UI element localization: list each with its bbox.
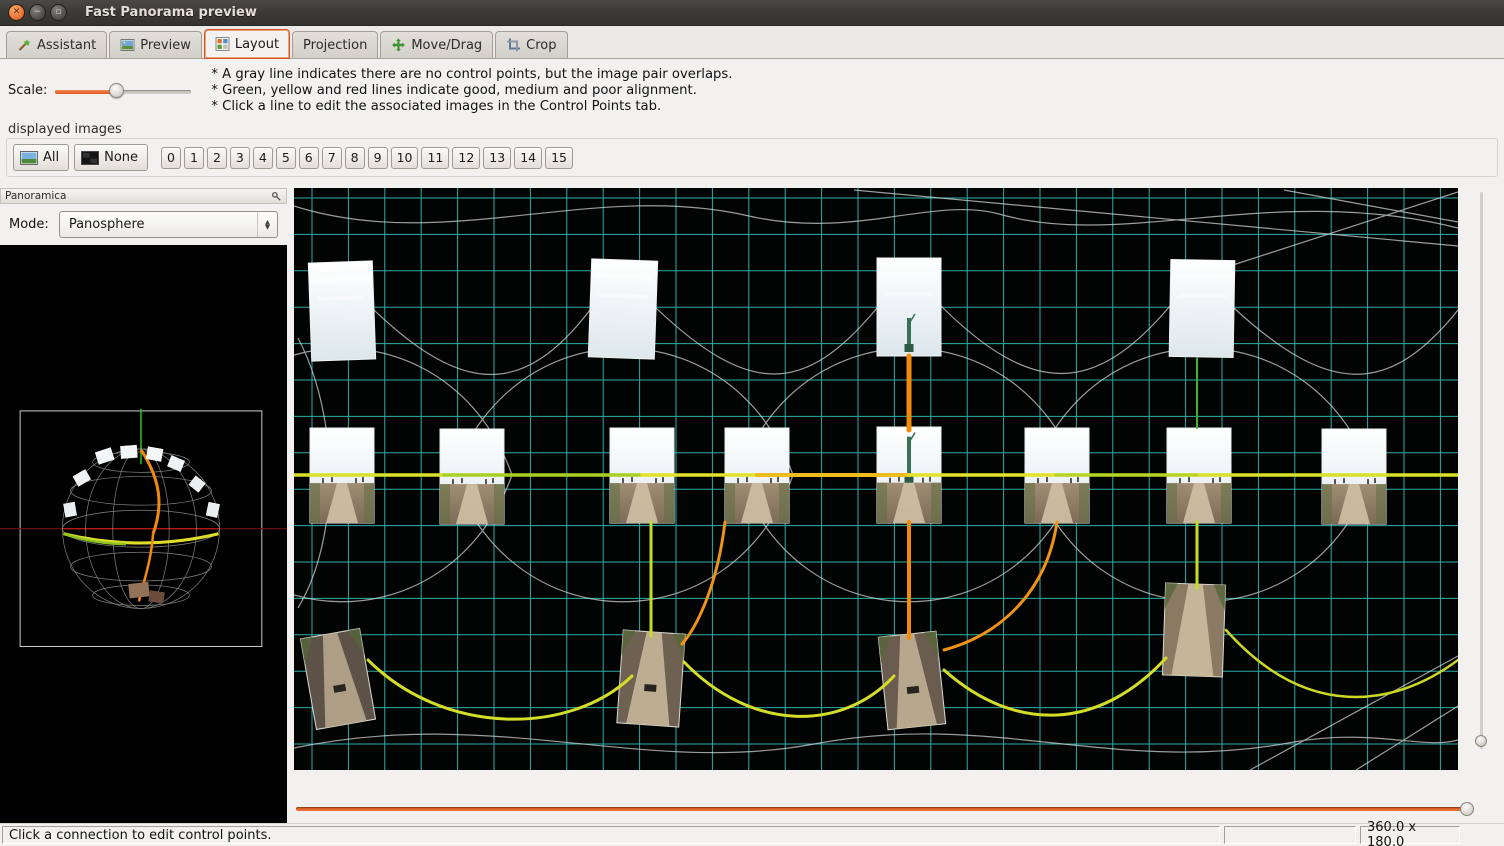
crop-icon: [506, 38, 521, 52]
image-toggle-13[interactable]: 13: [483, 147, 511, 169]
app-window: ✕ − ▫ Fast Panorama preview Assistant Pr…: [0, 0, 1504, 846]
tab-projection[interactable]: Projection: [292, 31, 378, 58]
maximize-button[interactable]: ▫: [50, 4, 67, 21]
panosphere-preview[interactable]: [0, 245, 287, 823]
scale-slider-fill: [55, 90, 113, 94]
no-images-icon: [81, 151, 99, 165]
legend-note-colors: * Green, yellow and red lines indicate g…: [211, 83, 732, 99]
move-drag-icon: [391, 38, 406, 52]
panel-splitter[interactable]: [287, 181, 294, 823]
displayed-images-label: displayed images: [8, 122, 1498, 137]
image-toggle-2[interactable]: 2: [207, 147, 227, 169]
spinner-arrows-icon[interactable]: ▲▼: [257, 212, 277, 237]
horizontal-scrollbar-knob[interactable]: [1460, 802, 1474, 816]
displayed-images-group: displayed images All None 0 1 2 3 4 5 6 …: [6, 122, 1498, 177]
legend-notes: * A gray line indicates there are no con…: [211, 67, 732, 114]
tab-crop[interactable]: Crop: [495, 31, 567, 58]
scale-section: Scale: * A gray line indicates there are…: [0, 59, 1504, 120]
show-none-label: None: [104, 150, 138, 165]
status-bar: Click a connection to edit control point…: [0, 823, 1504, 846]
image-toggle-5[interactable]: 5: [276, 147, 296, 169]
main-area: Panoramica Mode: Panosphere ▲▼: [0, 181, 1504, 823]
horizontal-scrollbar-track[interactable]: [296, 807, 1474, 811]
all-images-icon: [20, 151, 38, 165]
image-toggle-3[interactable]: 3: [230, 147, 250, 169]
image-toggle-15[interactable]: 15: [545, 147, 573, 169]
tab-assistant[interactable]: Assistant: [6, 31, 107, 58]
show-all-label: All: [43, 150, 59, 165]
tab-layout[interactable]: Layout: [204, 29, 290, 59]
image-toggle-8[interactable]: 8: [345, 147, 365, 169]
layout-icon: [215, 37, 230, 51]
mode-value: Panosphere: [60, 217, 257, 232]
layout-canvas[interactable]: [294, 188, 1458, 770]
close-button[interactable]: ✕: [8, 4, 25, 21]
mode-select[interactable]: Panosphere ▲▼: [59, 211, 278, 238]
tab-label: Layout: [235, 37, 279, 52]
image-toggle-6[interactable]: 6: [299, 147, 319, 169]
minimize-button[interactable]: −: [29, 4, 46, 21]
show-all-button[interactable]: All: [13, 144, 69, 171]
pin-icon[interactable]: [271, 191, 282, 202]
tab-label: Assistant: [37, 38, 96, 53]
image-toggle-1[interactable]: 1: [184, 147, 204, 169]
vertical-scrollbar-track[interactable]: [1480, 192, 1483, 749]
canvas-column: [294, 181, 1504, 823]
image-toggle-0[interactable]: 0: [161, 147, 181, 169]
displayed-images-box: All None 0 1 2 3 4 5 6 7 8 9 10 11 12 13…: [6, 138, 1498, 177]
mode-row: Mode: Panosphere ▲▼: [0, 204, 287, 245]
horizontal-scrollbar[interactable]: [294, 797, 1504, 823]
panoramica-title: Panoramica: [5, 190, 66, 202]
status-spacer-cell: [1224, 826, 1356, 844]
tab-bar: Assistant Preview Layout Projection Move…: [0, 26, 1504, 59]
preview-icon: [120, 38, 135, 52]
status-message: Click a connection to edit control point…: [2, 826, 1220, 844]
panosphere-canvas[interactable]: [0, 245, 287, 823]
image-toggle-12[interactable]: 12: [452, 147, 480, 169]
tab-label: Move/Drag: [411, 38, 482, 53]
legend-note-click: * Click a line to edit the associated im…: [211, 99, 732, 115]
tab-label: Crop: [526, 38, 556, 53]
panoramica-header[interactable]: Panoramica: [0, 188, 287, 204]
image-toggle-14[interactable]: 14: [514, 147, 542, 169]
panoramica-panel: Panoramica Mode: Panosphere ▲▼: [0, 181, 287, 823]
window-title: Fast Panorama preview: [85, 5, 257, 20]
scale-slider-handle[interactable]: [109, 83, 124, 98]
scale-slider[interactable]: [55, 83, 191, 99]
vertical-scrollbar-knob[interactable]: [1475, 735, 1487, 747]
tab-move-drag[interactable]: Move/Drag: [380, 31, 493, 58]
titlebar[interactable]: ✕ − ▫ Fast Panorama preview: [0, 0, 1504, 26]
tab-label: Projection: [303, 38, 367, 53]
image-toggle-11[interactable]: 11: [421, 147, 449, 169]
tab-label: Preview: [140, 38, 191, 53]
show-none-button[interactable]: None: [74, 144, 148, 171]
image-toggle-9[interactable]: 9: [368, 147, 388, 169]
image-toggle-10[interactable]: 10: [391, 147, 419, 169]
pano-dimensions: 360.0 x 180.0: [1360, 826, 1460, 844]
scale-label: Scale:: [8, 83, 47, 98]
vertical-scrollbar[interactable]: [1458, 188, 1504, 789]
mode-label: Mode:: [9, 217, 49, 232]
image-toggle-7[interactable]: 7: [322, 147, 342, 169]
tab-preview[interactable]: Preview: [109, 31, 202, 58]
legend-note-gray: * A gray line indicates there are no con…: [211, 67, 732, 83]
assistant-icon: [17, 38, 32, 52]
image-toggle-4[interactable]: 4: [253, 147, 273, 169]
